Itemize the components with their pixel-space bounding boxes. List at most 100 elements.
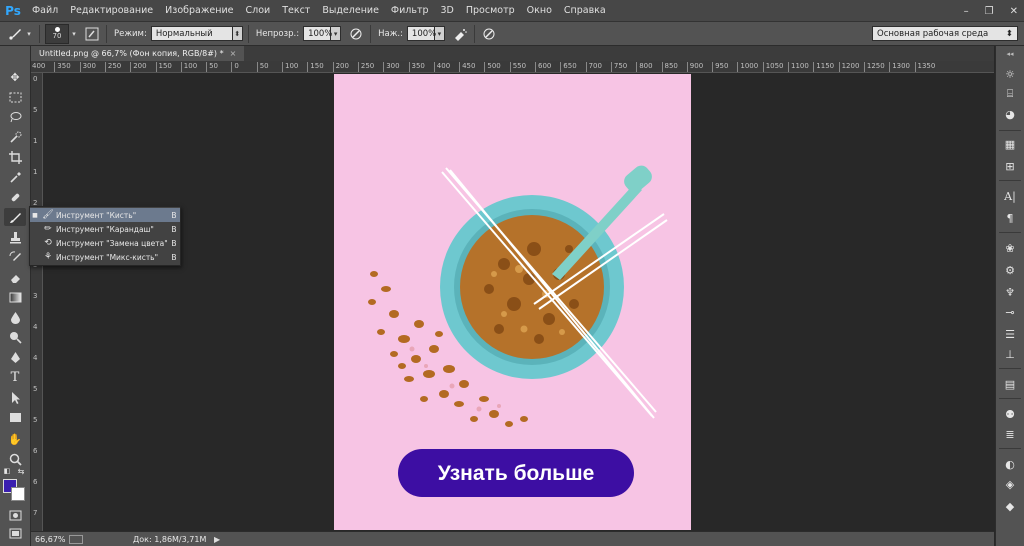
photoshop-logo: Ps bbox=[5, 3, 21, 18]
menu-image[interactable]: Изображение bbox=[159, 0, 239, 22]
menu-help[interactable]: Справка bbox=[558, 0, 612, 22]
ruler-tick-label: 150 bbox=[307, 62, 324, 72]
zoom-level[interactable]: 66,67% bbox=[31, 535, 66, 544]
flyout-item-mixer-brush[interactable]: ⚘ Инструмент "Микс-кисть" B bbox=[30, 250, 180, 264]
type-tool-icon[interactable]: T bbox=[4, 368, 26, 386]
minimize-icon[interactable]: – bbox=[964, 6, 969, 17]
history-brush-tool-icon[interactable] bbox=[4, 248, 26, 266]
swap-colors-icon[interactable]: ⇆ bbox=[16, 466, 26, 476]
menu-window[interactable]: Окно bbox=[521, 0, 558, 22]
flyout-item-brush[interactable]: ■ 🖌 Инструмент "Кисть" B bbox=[30, 208, 180, 222]
tool-presets-panel-icon[interactable]: ⊸ bbox=[1001, 304, 1019, 320]
character-panel-icon[interactable]: A| bbox=[1001, 188, 1019, 204]
status-menu-arrow-icon[interactable]: ▶ bbox=[214, 535, 220, 544]
ruler-tick-label: 6 bbox=[33, 447, 38, 455]
brush-panel-toggle-icon[interactable] bbox=[83, 25, 101, 43]
brush-preset-icon[interactable] bbox=[6, 25, 24, 43]
flyout-item-pencil[interactable]: ✏ Инструмент "Карандаш" B bbox=[30, 222, 180, 236]
opacity-input[interactable]: 100% bbox=[303, 26, 332, 41]
restore-icon[interactable]: ❐ bbox=[985, 6, 994, 17]
brush-size-picker[interactable]: 70 bbox=[45, 23, 69, 44]
menu-layers[interactable]: Слои bbox=[239, 0, 276, 22]
ruler-tick-label: 800 bbox=[636, 62, 653, 72]
info-panel-icon[interactable]: ⚉ bbox=[1001, 406, 1019, 422]
right-panel-dock: ◂◂ ☼ ⌸ ◕ ▦ ⊞ A| ¶ ❀ ⚙ ♆ ⊸ ☰ ⊥ ▤ ⚉ ≣ ◐ ◈ … bbox=[995, 46, 1024, 546]
blur-tool-icon[interactable] bbox=[4, 308, 26, 326]
screen-mode-icon[interactable] bbox=[4, 524, 26, 542]
move-tool-icon[interactable]: ✥ bbox=[4, 68, 26, 86]
healing-brush-tool-icon[interactable] bbox=[4, 188, 26, 206]
status-preview-icon[interactable] bbox=[69, 534, 83, 544]
menu-file[interactable]: Файл bbox=[26, 0, 64, 22]
adjust-panel-icon[interactable]: ⌸ bbox=[1001, 86, 1019, 102]
channels-panel-icon[interactable]: ◐ bbox=[1001, 456, 1019, 472]
eyedropper-tool-icon[interactable] bbox=[4, 168, 26, 186]
clone-source-panel-icon[interactable]: ⚙ bbox=[1001, 262, 1019, 278]
swatches-panel-icon[interactable]: ▦ bbox=[1001, 136, 1019, 152]
menu-select[interactable]: Выделение bbox=[316, 0, 385, 22]
actions-panel-icon[interactable]: ☰ bbox=[1001, 326, 1019, 342]
gradient-tool-icon[interactable] bbox=[4, 288, 26, 306]
menu-edit[interactable]: Редактирование bbox=[64, 0, 159, 22]
close-tab-icon[interactable]: × bbox=[230, 49, 237, 58]
tool-preset-arrow-icon[interactable]: ▾ bbox=[24, 26, 34, 41]
menu-3d[interactable]: 3D bbox=[435, 0, 460, 22]
airbrush-icon[interactable] bbox=[451, 25, 469, 43]
paragraph-panel-icon[interactable]: ¶ bbox=[1001, 210, 1019, 226]
close-icon[interactable]: ✕ bbox=[1010, 6, 1018, 17]
marquee-tool-icon[interactable] bbox=[4, 88, 26, 106]
default-colors-icon[interactable]: ◧ bbox=[2, 466, 12, 476]
workspace-switcher[interactable]: Основная рабочая среда ⬍ bbox=[872, 26, 1018, 41]
opacity-slider-arrow-icon[interactable]: ▾ bbox=[331, 26, 342, 41]
ruler-tick-label: 250 bbox=[357, 62, 374, 72]
flow-slider-arrow-icon[interactable]: ▾ bbox=[434, 26, 445, 41]
pen-tool-icon[interactable] bbox=[4, 348, 26, 366]
pencil-icon: ✏ bbox=[44, 224, 52, 234]
menu-view[interactable]: Просмотр bbox=[460, 0, 521, 22]
properties-panel-icon[interactable]: ◈ bbox=[1001, 476, 1019, 492]
paths-panel-icon[interactable]: ≣ bbox=[1001, 426, 1019, 442]
expand-panels-icon[interactable]: ◂◂ bbox=[1001, 50, 1019, 58]
clone-stamp-tool-icon[interactable] bbox=[4, 228, 26, 246]
document-tab[interactable]: Untitled.png @ 66,7% (Фон копия, RGB/8#)… bbox=[31, 46, 245, 61]
opacity-label: Непрозр.: bbox=[255, 28, 300, 39]
tools-panel: ✥ T ✋ ◧ ⇆ bbox=[0, 46, 31, 546]
flyout-item-color-replacement[interactable]: ⟲ Инструмент "Замена цвета" B bbox=[30, 236, 180, 250]
ruler-tick-label: 0 bbox=[33, 75, 38, 83]
lasso-tool-icon[interactable] bbox=[4, 108, 26, 126]
crop-tool-icon[interactable] bbox=[4, 148, 26, 166]
hand-tool-icon[interactable]: ✋ bbox=[4, 430, 26, 448]
brightness-panel-icon[interactable]: ☼ bbox=[1001, 66, 1019, 82]
brush-picker-arrow-icon[interactable]: ▾ bbox=[69, 26, 79, 41]
color-panel-icon[interactable]: ◕ bbox=[1001, 106, 1019, 122]
layers-panel-icon[interactable]: ◆ bbox=[1001, 498, 1019, 514]
brush-tool-icon[interactable] bbox=[4, 208, 26, 226]
menu-filter[interactable]: Фильтр bbox=[385, 0, 435, 22]
horizontal-ruler[interactable]: 400 350 300 250 200 150 100 50 0 50 100 150 200 250 30… bbox=[31, 61, 994, 73]
history-panel-icon[interactable]: ▤ bbox=[1001, 376, 1019, 392]
brush-presets-panel-icon[interactable]: ♆ bbox=[1001, 284, 1019, 300]
selected-bullet-icon: ■ bbox=[32, 211, 38, 219]
stamp-panel-icon[interactable]: ⊥ bbox=[1001, 346, 1019, 362]
ruler-tick-label: 900 bbox=[686, 62, 703, 72]
quick-selection-tool-icon[interactable] bbox=[4, 128, 26, 146]
mode-select-arrow-icon[interactable]: ⬍ bbox=[232, 26, 243, 41]
dodge-tool-icon[interactable] bbox=[4, 328, 26, 346]
eraser-tool-icon[interactable] bbox=[4, 268, 26, 286]
pressure-opacity-icon[interactable] bbox=[347, 25, 365, 43]
rectangle-tool-icon[interactable] bbox=[4, 408, 26, 426]
quick-mask-icon[interactable] bbox=[4, 506, 26, 524]
styles-panel-icon[interactable]: ❀ bbox=[1001, 240, 1019, 256]
ruler-tick-label: 4 bbox=[33, 323, 38, 331]
menu-type[interactable]: Текст bbox=[276, 0, 316, 22]
canvas-area[interactable]: Узнать больше bbox=[44, 74, 994, 531]
pressure-size-icon[interactable] bbox=[480, 25, 498, 43]
path-selection-tool-icon[interactable] bbox=[4, 388, 26, 406]
background-color-swatch[interactable] bbox=[11, 487, 25, 501]
vertical-ruler[interactable]: 051122334455667 bbox=[31, 73, 43, 531]
document-canvas[interactable]: Узнать больше bbox=[334, 74, 691, 530]
flow-input[interactable]: 100% bbox=[406, 26, 436, 41]
ruler-tick-label: 100 bbox=[180, 62, 197, 72]
grid-panel-icon[interactable]: ⊞ bbox=[1001, 158, 1019, 174]
mode-select[interactable]: Нормальный bbox=[150, 26, 233, 41]
